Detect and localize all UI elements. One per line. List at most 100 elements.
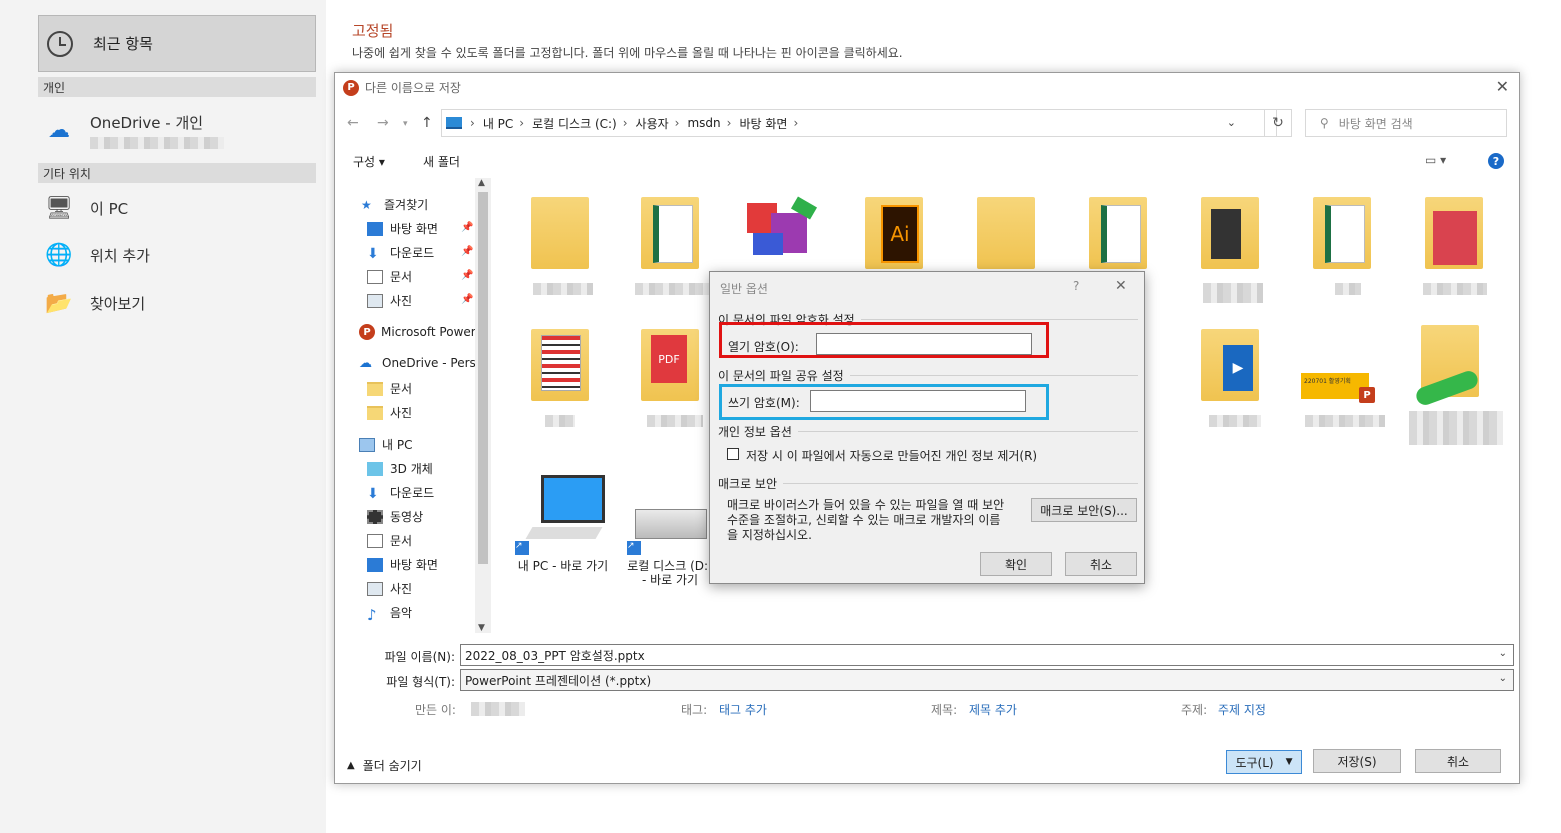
up-arrow-icon[interactable]: ↑ <box>421 115 433 131</box>
breadcrumb-item[interactable]: msdn <box>687 116 720 130</box>
tree-item-pictures-pc[interactable]: 사진 <box>367 580 412 597</box>
file-item[interactable]: PDF <box>635 325 715 435</box>
file-item[interactable]: ▶ <box>1195 325 1275 435</box>
open-password-input[interactable] <box>816 333 1032 355</box>
tree-item-onedrive-pictures[interactable]: 사진 <box>367 404 412 421</box>
breadcrumb-item[interactable]: 사용자 <box>636 115 669 132</box>
tree-item-powerpoint[interactable]: P Microsoft PowerP <box>359 324 483 340</box>
file-item[interactable] <box>743 193 833 273</box>
macro-security-button[interactable]: 매크로 보안(S)... <box>1031 498 1137 522</box>
nav-browse[interactable]: 📂 찾아보기 <box>42 291 145 316</box>
help-icon[interactable]: ? <box>1488 153 1504 169</box>
dialog-toolbar: 구성 ▾ 새 폴더 ▭ ▾ ? <box>335 147 1519 173</box>
recent-locations-icon[interactable]: ▾ <box>403 119 408 129</box>
tree-item-downloads-pc[interactable]: ⬇ 다운로드 <box>367 484 434 502</box>
breadcrumb-item[interactable]: 로컬 디스크 (C:) <box>532 115 617 132</box>
chevron-down-icon[interactable]: ⌄ <box>1227 116 1236 129</box>
subject-input[interactable]: 제목 추가 <box>969 701 1017 718</box>
hide-folders-toggle[interactable]: ▲ 폴더 숨기기 <box>347 757 422 774</box>
tree-item-videos[interactable]: 동영상 <box>367 508 423 525</box>
tags-input[interactable]: 태그 추가 <box>719 701 767 718</box>
music-icon: ♪ <box>367 605 377 624</box>
remove-personal-info-checkbox[interactable] <box>727 448 739 460</box>
help-icon[interactable]: ? <box>1073 279 1079 293</box>
file-item[interactable]: 220701 활영기획 P <box>1297 325 1397 435</box>
pin-icon[interactable]: 📌 <box>461 246 473 257</box>
tree-item-documents[interactable]: 문서 <box>367 268 412 285</box>
refresh-icon[interactable]: ↻ <box>1264 109 1292 137</box>
cancel-button[interactable]: 취소 <box>1065 552 1137 576</box>
file-item[interactable] <box>525 193 605 303</box>
modify-password-input[interactable] <box>810 390 1026 412</box>
tree-item-documents-pc[interactable]: 문서 <box>367 532 412 549</box>
cancel-button[interactable]: 취소 <box>1415 749 1501 773</box>
pin-icon[interactable]: 📌 <box>461 270 473 281</box>
author-value-redacted[interactable] <box>471 702 525 716</box>
back-arrow-icon[interactable]: ← <box>347 115 359 131</box>
tree-item-onedrive[interactable]: ☁ OneDrive - Persor <box>359 356 488 371</box>
close-icon[interactable]: ✕ <box>1115 278 1127 294</box>
view-options-icon[interactable]: ▭ ▾ <box>1425 153 1446 167</box>
excel-doc-icon <box>653 205 693 263</box>
chevron-down-icon[interactable]: ⌄ <box>1499 648 1507 659</box>
tree-item-my-pc[interactable]: 내 PC <box>359 436 412 453</box>
file-item[interactable] <box>1409 321 1509 451</box>
new-folder-button[interactable]: 새 폴더 <box>423 153 460 170</box>
file-item[interactable]: Ai <box>859 193 939 273</box>
tree-item-desktop-pc[interactable]: 바탕 화면 <box>367 556 438 573</box>
file-name-input[interactable]: 2022_08_03_PPT 암호설정.pptx ⌄ <box>460 644 1514 666</box>
chevron-down-icon[interactable]: ⌄ <box>1499 673 1507 684</box>
folder-icon <box>367 381 383 396</box>
tree-item-downloads[interactable]: ⬇ 다운로드 <box>367 244 434 262</box>
breadcrumb-item[interactable]: 바탕 화면 <box>739 115 787 132</box>
chevron-right-icon: › <box>519 116 525 130</box>
file-item[interactable] <box>971 193 1051 273</box>
organize-button[interactable]: 구성 ▾ <box>353 153 385 170</box>
tree-scrollbar[interactable]: ▲ ▼ <box>475 178 491 633</box>
file-label-redacted <box>635 283 715 295</box>
excel-doc-icon <box>1101 205 1141 263</box>
search-input[interactable]: ⚲ 바탕 화면 검색 <box>1305 109 1507 137</box>
topic-input[interactable]: 주제 지정 <box>1218 701 1266 718</box>
shortcut-my-pc[interactable]: ↗ 내 PC - 바로 가기 <box>513 469 613 589</box>
nav-this-pc-label: 이 PC <box>90 200 129 218</box>
share-group-label: 이 문서의 파일 공유 설정 <box>718 369 844 383</box>
address-bar[interactable]: › 내 PC › 로컬 디스크 (C:) › 사용자 › msdn › 바탕 화… <box>441 109 1277 137</box>
nav-onedrive[interactable]: ☁ OneDrive - 개인 <box>42 112 224 149</box>
file-label-redacted <box>1335 283 1361 295</box>
close-icon[interactable]: ✕ <box>1496 77 1509 96</box>
file-item[interactable] <box>1307 193 1387 303</box>
forward-arrow-icon[interactable]: → <box>377 115 389 131</box>
file-item[interactable] <box>1419 193 1499 303</box>
tree-item-pictures[interactable]: 사진 <box>367 292 412 309</box>
nav-recent[interactable]: 최근 항목 <box>38 15 316 72</box>
file-label-redacted <box>1203 283 1263 303</box>
tree-item-desktop[interactable]: 바탕 화면 <box>367 220 438 237</box>
tree-item-3d-objects[interactable]: 3D 개체 <box>367 460 433 477</box>
shortcut-local-disk[interactable]: ↗ 로컬 디스크 (D:) - 바로 가기 <box>625 469 715 589</box>
tree-item-onedrive-documents[interactable]: 문서 <box>367 380 412 397</box>
tree-item-music[interactable]: ♪ 음악 <box>367 604 412 624</box>
nav-add-place[interactable]: 🌐 위치 추가 <box>42 243 150 268</box>
illustrator-icon: Ai <box>881 205 919 263</box>
pinned-title: 고정됨 <box>352 22 394 40</box>
file-type-select[interactable]: PowerPoint 프레젠테이션 (*.pptx) ⌄ <box>460 669 1514 691</box>
save-button[interactable]: 저장(S) <box>1313 749 1401 773</box>
pdf-icon: PDF <box>651 335 687 383</box>
scroll-down-icon[interactable]: ▼ <box>478 623 485 633</box>
tree-item-quick-access[interactable]: ★ 즐겨찾기 <box>361 196 428 213</box>
nav-this-pc[interactable]: 🖥 이 PC <box>42 196 128 221</box>
file-item[interactable] <box>525 325 605 435</box>
scroll-up-icon[interactable]: ▲ <box>478 178 485 188</box>
tools-dropdown[interactable]: 도구(L) ▼ <box>1226 750 1302 774</box>
file-item[interactable] <box>635 193 715 303</box>
globe-plus-icon: 🌐 <box>45 243 73 268</box>
breadcrumb-item[interactable]: 내 PC <box>483 115 513 132</box>
ok-button[interactable]: 확인 <box>980 552 1052 576</box>
media-play-icon: ▶ <box>1223 345 1253 391</box>
scrollbar-thumb[interactable] <box>478 192 488 564</box>
pin-icon[interactable]: 📌 <box>461 222 473 233</box>
winrar-icon-part <box>753 233 783 255</box>
pin-icon[interactable]: 📌 <box>461 294 473 305</box>
file-item[interactable] <box>1195 193 1275 303</box>
